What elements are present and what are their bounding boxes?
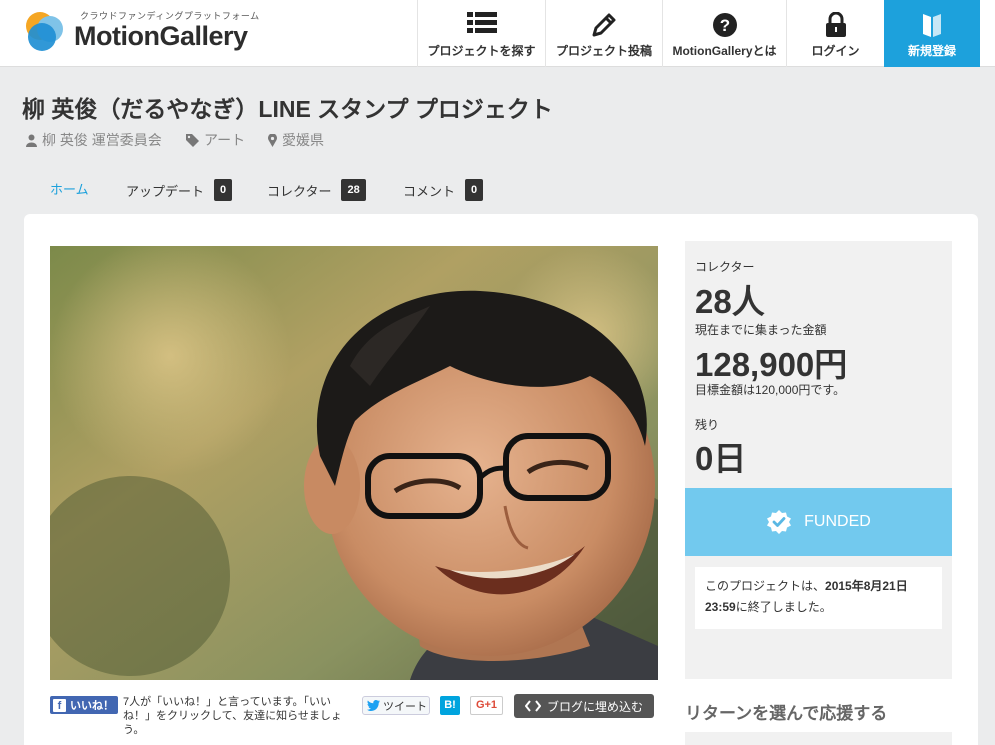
project-photo — [50, 246, 658, 680]
logo-name: MotionGallery — [74, 21, 248, 51]
raised-value: 128,900円 — [695, 346, 848, 383]
tab-label: コレクター — [267, 183, 332, 199]
project-ended-notice: このプロジェクトは、2015年8月21日 23:59に終了しました。 — [695, 567, 942, 629]
nav-post-project[interactable]: プロジェクト投稿 — [545, 0, 662, 67]
lock-icon — [825, 12, 846, 37]
nav-label: プロジェクトを探す — [427, 44, 536, 58]
collectors-value: 28人 — [695, 283, 765, 320]
nav-find-projects[interactable]: プロジェクトを探す — [417, 0, 545, 67]
verified-check-icon — [767, 510, 792, 534]
project-owner: 柳 英俊 運営委員会 — [42, 132, 162, 148]
ended-date: 2015年8月21日 — [825, 579, 908, 593]
logo-mark-icon — [26, 12, 63, 51]
returns-heading: リターンを選んで応援する — [685, 704, 888, 723]
twitter-bird-icon — [367, 700, 380, 711]
ended-suffix: に終了しました。 — [735, 600, 832, 614]
nav-label: MotionGalleryとは — [672, 44, 777, 58]
tab-label: コメント — [403, 183, 456, 199]
raised-label: 現在までに集まった金額 — [695, 323, 827, 337]
code-icon — [524, 700, 541, 712]
svg-text:?: ? — [719, 16, 729, 35]
collectors-label: コレクター — [695, 260, 755, 274]
hatena-bookmark-button[interactable]: B! — [440, 696, 460, 715]
return-option-card[interactable] — [685, 732, 952, 745]
pencil-icon — [592, 13, 616, 37]
facebook-like-button[interactable]: f いいね！ — [50, 696, 118, 714]
google-plus-button[interactable]: G+1 — [470, 696, 503, 715]
page-title: 柳 英俊（だるやなぎ）LINE スタンプ プロジェクト — [22, 96, 553, 122]
tab-label: ホーム — [50, 182, 89, 197]
count-badge: 0 — [214, 179, 233, 201]
embed-label: ブログに埋め込む — [546, 699, 643, 714]
site-logo[interactable]: クラウドファンディングプラットフォーム MotionGallery — [22, 7, 259, 59]
tab-collectors[interactable]: コレクター 28 — [267, 179, 366, 201]
project-location-link[interactable]: 愛媛県 — [268, 130, 324, 150]
tab-comments[interactable]: コメント 0 — [403, 179, 484, 201]
nav-label: 新規登録 — [907, 44, 956, 58]
goal-text: 目標金額は120,000円です。 — [695, 383, 846, 397]
project-location: 愛媛県 — [282, 132, 324, 148]
portrait-photo — [50, 246, 658, 680]
facebook-like-label: いいね！ — [70, 700, 114, 712]
tab-label: アップデート — [126, 183, 205, 199]
list-icon — [466, 12, 497, 33]
site-header: クラウドファンディングプラットフォーム MotionGallery プロジェクト… — [0, 0, 995, 67]
nav-login[interactable]: ログイン — [786, 0, 884, 67]
nav-about[interactable]: ? MotionGalleryとは — [662, 0, 786, 67]
map-pin-icon — [268, 133, 277, 147]
count-badge: 0 — [465, 179, 484, 201]
facebook-like-count-text: 7人が「いいね！」と言っています。「いいね！」をクリックして、友達に知らせましょ… — [123, 696, 342, 736]
bookmark-icon — [923, 14, 941, 37]
ended-time: 23:59 — [705, 600, 736, 614]
project-owner-link[interactable]: 柳 英俊 運営委員会 — [26, 130, 162, 150]
tab-home[interactable]: ホーム — [50, 179, 89, 198]
nav-label: ログイン — [811, 44, 860, 58]
question-icon: ? — [712, 13, 737, 37]
tweet-button[interactable]: ツイート — [362, 696, 430, 715]
embed-blog-button[interactable]: ブログに埋め込む — [514, 694, 654, 718]
funded-status-label: FUNDED — [804, 513, 871, 530]
tag-icon — [186, 133, 199, 147]
project-category: アート — [204, 132, 246, 148]
nav-register[interactable]: 新規登録 — [884, 0, 980, 67]
tab-updates[interactable]: アップデート 0 — [126, 179, 233, 201]
remaining-value: 0日 — [695, 440, 747, 477]
project-category-link[interactable]: アート — [186, 130, 245, 150]
count-badge: 28 — [341, 179, 366, 201]
tweet-label: ツイート — [383, 700, 427, 713]
person-icon — [26, 134, 37, 147]
nav-label: プロジェクト投稿 — [555, 44, 652, 58]
facebook-icon: f — [53, 698, 66, 712]
remaining-label: 残り — [695, 418, 720, 432]
ended-prefix: このプロジェクトは、 — [705, 579, 826, 593]
funded-status-banner: FUNDED — [685, 488, 952, 556]
